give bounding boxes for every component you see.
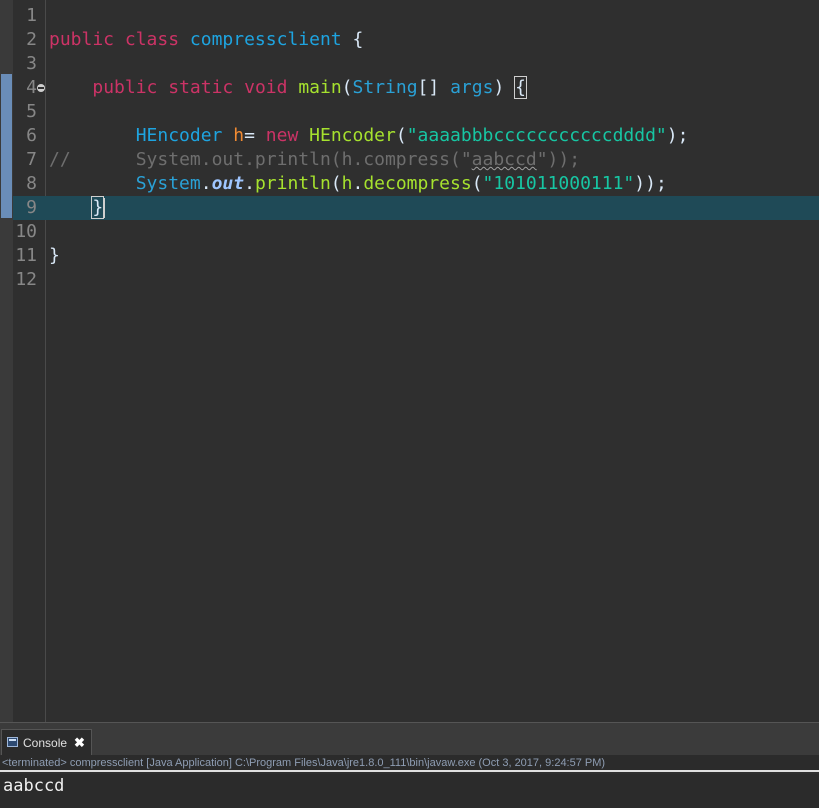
system-class: System [135, 173, 201, 194]
variable-name: h [233, 125, 245, 146]
keyword-new: new [265, 125, 299, 146]
open-brace: { [352, 29, 364, 50]
console-tab-bar: Console ✖ [0, 722, 819, 756]
line-number: 8 [26, 173, 37, 194]
fold-collapse-icon[interactable] [37, 84, 45, 92]
code-line-6[interactable]: 6 HEncoder h= new HEncoder("aaaabbbccccc… [13, 124, 819, 148]
code-line-10[interactable]: 10 [13, 220, 819, 244]
type-name: HEncoder [135, 125, 223, 146]
overview-ruler [0, 0, 13, 722]
statement-end: )); [634, 173, 667, 194]
code-line-4[interactable]: 4 public static void main(String[] args)… [13, 76, 819, 100]
dot: . [244, 173, 255, 194]
spelling-warning: aabccd [471, 149, 537, 170]
string-literal: "aaaabbbcccccccccccdddd" [406, 125, 667, 146]
variable-h: h [341, 173, 353, 194]
class-declaration: public class compressclient { [49, 28, 363, 52]
code-line-8[interactable]: 8 System.out.println(h.decompress("10101… [13, 172, 819, 196]
text-cursor [104, 198, 106, 218]
line-number: 10 [15, 221, 37, 242]
statement-println: System.out.println(h.decompress("1010110… [49, 172, 667, 196]
code-line-1[interactable]: 1 [13, 4, 819, 28]
code-editor[interactable]: 1 2 public class compressclient { 3 4 pu… [0, 0, 819, 722]
change-marker [1, 74, 12, 218]
line-number: 4 [26, 77, 37, 98]
matched-close-brace: } [91, 196, 105, 219]
assign-operator: = [244, 125, 255, 146]
keyword-void: void [244, 77, 288, 98]
dot: . [352, 173, 364, 194]
statement-end: ); [666, 125, 689, 146]
tab-console-label: Console [23, 736, 68, 750]
code-line-11[interactable]: 11 } [13, 244, 819, 268]
dot: . [200, 173, 212, 194]
console-status-line: <terminated> compressclient [Java Applic… [0, 755, 819, 772]
code-line-12[interactable]: 12 [13, 268, 819, 292]
class-name: compressclient [189, 29, 342, 50]
commented-line: // System.out.println(h.compress("aabccd… [49, 148, 580, 172]
line-number: 9 [26, 197, 37, 218]
console-icon [7, 737, 18, 747]
line-number: 6 [26, 125, 37, 146]
keyword-class: class [124, 29, 180, 50]
method-decompress: decompress [363, 173, 472, 194]
line-number: 12 [15, 269, 37, 290]
console-output[interactable]: aabccd [0, 774, 819, 808]
tab-console[interactable]: Console ✖ [1, 729, 92, 756]
comment-text: System.out.println(h.compress(" [135, 149, 472, 170]
constructor-name: HEncoder [309, 125, 396, 146]
method-name: main [298, 77, 342, 98]
code-line-9[interactable]: 9 } [13, 196, 819, 220]
code-line-5[interactable]: 5 [13, 100, 819, 124]
line-number: 7 [26, 149, 37, 170]
statement-new-encoder: HEncoder h= new HEncoder("aaaabbbccccccc… [49, 124, 689, 148]
code-line-3[interactable]: 3 [13, 52, 819, 76]
keyword-public: public [49, 29, 115, 50]
keyword-public: public [92, 77, 158, 98]
keyword-static: static [168, 77, 234, 98]
line-number: 1 [26, 5, 37, 26]
line-number: 2 [26, 29, 37, 50]
paren: ( [395, 125, 407, 146]
paren: ) [493, 77, 505, 98]
close-icon[interactable]: ✖ [74, 730, 85, 756]
comment-text: ")); [536, 149, 581, 170]
method-declaration: public static void main(String[] args) { [49, 76, 527, 100]
paren: ( [330, 173, 342, 194]
matched-open-brace: { [514, 76, 527, 99]
method-close: } [49, 196, 106, 220]
string-literal: "101011000111" [482, 173, 635, 194]
code-lines[interactable]: 1 2 public class compressclient { 3 4 pu… [13, 4, 819, 292]
method-println: println [254, 173, 331, 194]
comment-marker: // [49, 149, 71, 170]
class-close: } [49, 244, 60, 268]
param-name: args [450, 77, 494, 98]
paren: ( [471, 173, 483, 194]
array-brackets: [] [417, 77, 440, 98]
code-line-7[interactable]: 7 // System.out.println(h.compress("aabc… [13, 148, 819, 172]
line-number: 3 [26, 53, 37, 74]
code-line-2[interactable]: 2 public class compressclient { [13, 28, 819, 52]
line-number: 5 [26, 101, 37, 122]
paren: ( [341, 77, 353, 98]
param-type: String [352, 77, 418, 98]
line-number: 11 [15, 245, 37, 266]
close-brace: } [49, 245, 60, 266]
static-field-out: out [211, 173, 245, 194]
